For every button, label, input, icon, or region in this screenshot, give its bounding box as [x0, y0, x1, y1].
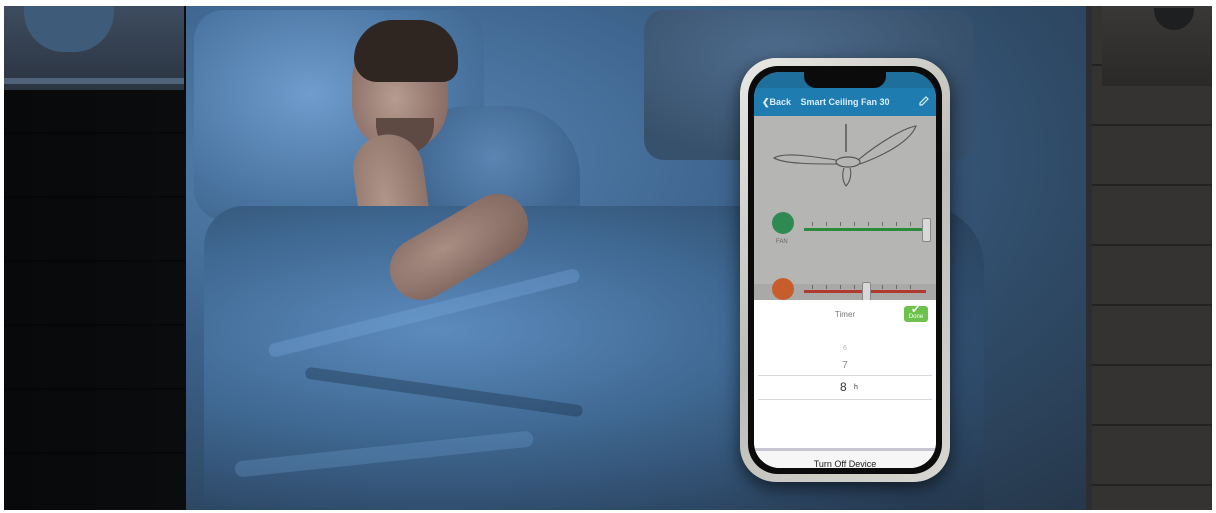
phone-screen: ❮Back Smart Ceiling Fan 30 FAN Timer ✔ D… — [754, 72, 936, 468]
page-title: Smart Ceiling Fan 30 — [800, 97, 890, 107]
ceiling-fan-icon — [772, 124, 917, 187]
checkmark-icon: ✔ — [911, 304, 921, 316]
app-nav-bar: ❮Back Smart Ceiling Fan 30 — [754, 88, 936, 116]
picker-divider — [758, 375, 932, 376]
phone-notch — [804, 72, 886, 88]
hero-image: ❮Back Smart Ceiling Fan 30 FAN Timer ✔ D… — [4, 6, 1212, 510]
fan-label: FAN — [776, 239, 788, 245]
fan-speed-slider-handle[interactable] — [922, 218, 931, 242]
turn-off-device-label: Turn Off Device — [813, 459, 877, 468]
light-icon[interactable] — [772, 278, 794, 300]
fan-slider-ticks — [812, 222, 924, 226]
edit-icon[interactable] — [918, 95, 930, 107]
nightstand-edge — [4, 78, 184, 84]
timer-sheet: Timer ✔ Done 6 7 8 h Turn Off Device — [754, 300, 936, 468]
phone: ❮Back Smart Ceiling Fan 30 FAN Timer ✔ D… — [740, 58, 950, 482]
light-slider-handle[interactable] — [862, 282, 871, 302]
fan-icon[interactable] — [772, 212, 794, 234]
done-button[interactable]: ✔ Done — [904, 304, 928, 322]
picker-unit: h — [854, 384, 858, 391]
fan-speed-slider[interactable] — [804, 228, 926, 231]
picker-divider — [758, 399, 932, 400]
sleeper-hair — [354, 20, 458, 82]
picker-selected-value[interactable]: 8 — [840, 380, 847, 394]
picker-option[interactable]: 6 — [754, 345, 936, 352]
picker-option[interactable]: 7 — [754, 360, 936, 371]
